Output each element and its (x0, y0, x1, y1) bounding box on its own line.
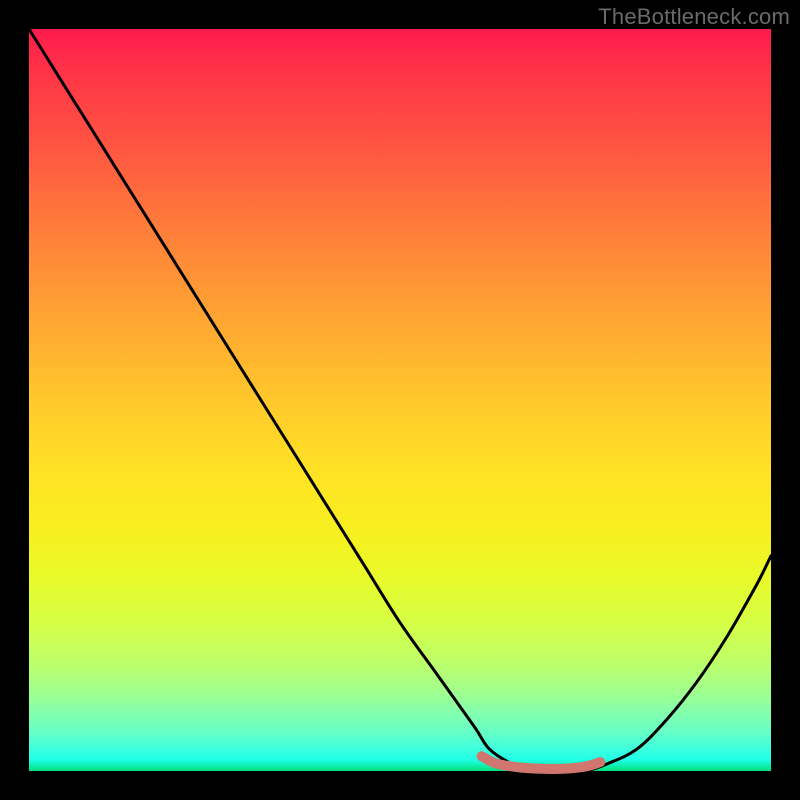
curve-svg (29, 29, 771, 771)
chart-frame: TheBottleneck.com (0, 0, 800, 800)
watermark-text: TheBottleneck.com (598, 4, 790, 30)
bottleneck-curve (29, 29, 771, 772)
plot-area (29, 29, 771, 771)
